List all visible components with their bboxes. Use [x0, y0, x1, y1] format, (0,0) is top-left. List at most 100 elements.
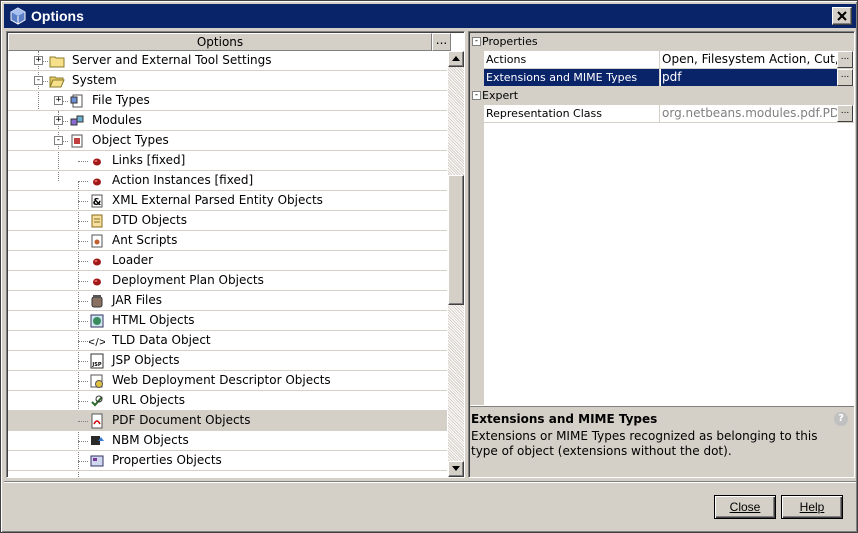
jar-icon	[89, 293, 105, 309]
tree-connector-line	[78, 341, 88, 342]
property-value[interactable]: Open, Filesystem Action, Cut, Co	[661, 51, 837, 68]
description-panel: Extensions and MIME Types Extensions or …	[470, 406, 854, 477]
tree-node-label: HTML Objects	[112, 313, 195, 327]
tree-node[interactable]: Ant Scripts	[8, 231, 447, 251]
category-expert[interactable]: - Expert	[470, 87, 854, 105]
property-row-extensions-mime[interactable]: Extensions and MIME Types pdf ...	[484, 69, 854, 87]
tree-node[interactable]: NBM Objects	[8, 431, 447, 451]
property-editor-button[interactable]: ...	[837, 105, 853, 122]
help-icon[interactable]: ?	[834, 412, 848, 426]
arrow-up-icon	[452, 56, 460, 61]
tree-node-label: NBM Objects	[112, 433, 189, 447]
tree-node-label: Server and External Tool Settings	[72, 53, 272, 67]
tld-icon: </>	[87, 333, 107, 349]
tree-node[interactable]: + File Types	[8, 91, 447, 111]
bean-icon	[89, 253, 105, 269]
category-collapse-toggle[interactable]: -	[472, 37, 481, 46]
title-bar[interactable]: Options	[4, 4, 856, 28]
tree-node[interactable]: PDF Document Objects	[8, 411, 447, 431]
tree-node[interactable]: URL Objects	[8, 391, 447, 411]
tree-node[interactable]: JAR Files	[8, 291, 447, 311]
svg-text:&: &	[93, 197, 102, 208]
collapse-toggle[interactable]: -	[34, 76, 43, 85]
tree-node[interactable]: Properties Objects	[8, 451, 447, 471]
tree-node[interactable]: Loader	[8, 251, 447, 271]
category-label: Properties	[482, 35, 538, 48]
collapse-toggle[interactable]: -	[54, 136, 63, 145]
tree-node-label: XML External Parsed Entity Objects	[112, 193, 323, 207]
options-column-header[interactable]: Options	[8, 33, 432, 51]
category-collapse-toggle[interactable]: -	[472, 91, 481, 100]
expand-toggle[interactable]: +	[54, 96, 63, 105]
tree-node-label: Web Deployment Descriptor Objects	[112, 373, 331, 387]
tree-connector-line	[78, 441, 88, 442]
tree-node[interactable]: Links [fixed]	[8, 151, 447, 171]
tree-node[interactable]: + Server and External Tool Settings	[8, 51, 447, 71]
bean-icon	[89, 153, 105, 169]
tree-node-label: Deployment Plan Objects	[112, 273, 264, 287]
scroll-up-button[interactable]	[448, 51, 464, 67]
property-sheet-pane: - Properties Actions Open, Filesystem Ac…	[468, 31, 855, 478]
tree-node[interactable]: DTD Objects	[8, 211, 447, 231]
property-name: Extensions and MIME Types	[484, 69, 660, 86]
tree-node[interactable]: HTML Objects	[8, 311, 447, 331]
tree-node[interactable]: Web Deployment Descriptor Objects	[8, 371, 447, 391]
tree-vertical-scrollbar[interactable]	[448, 51, 464, 477]
svg-text:</>: </>	[89, 337, 105, 348]
url-icon	[89, 393, 105, 409]
category-properties[interactable]: - Properties	[470, 33, 854, 51]
nbm-icon	[89, 433, 105, 449]
tree-connector-line	[78, 261, 88, 262]
tree-node-label: Modules	[92, 113, 142, 127]
property-sheet-empty-area	[484, 123, 854, 405]
tree-node-label: Loader	[112, 253, 154, 267]
property-value-input[interactable]: pdf	[661, 69, 837, 86]
properties-icon	[89, 453, 105, 469]
netbeans-app-icon	[10, 7, 26, 25]
window-close-button[interactable]	[832, 7, 852, 25]
category-label: Expert	[482, 89, 519, 102]
tree-connector-line	[78, 221, 88, 222]
dtd-icon	[89, 213, 105, 229]
help-button[interactable]: Help	[781, 495, 843, 519]
property-name: Actions	[484, 51, 660, 68]
bean-icon	[89, 173, 105, 189]
tree-node-label: Action Instances [fixed]	[112, 173, 254, 187]
object-types-icon	[69, 133, 85, 149]
close-button[interactable]: Close	[714, 495, 776, 519]
tree-node[interactable]: + Modules	[8, 111, 447, 131]
property-name: Representation Class	[484, 105, 660, 122]
scroll-thumb[interactable]	[448, 175, 464, 305]
tree-node-label: JSP Objects	[112, 353, 180, 367]
tree-connector-line	[78, 321, 88, 322]
expand-toggle[interactable]: +	[34, 56, 43, 65]
tree-node-label: URL Objects	[112, 393, 185, 407]
tree-node-label: Object Types	[92, 133, 169, 147]
arrow-down-icon	[452, 466, 460, 471]
tree-node[interactable]: JSP JSP Objects	[8, 351, 447, 371]
tree-node[interactable]: Action Instances [fixed]	[8, 171, 447, 191]
tree-node-label: JAR Files	[112, 293, 163, 307]
tree-node-label: Links [fixed]	[112, 153, 186, 167]
expand-toggle[interactable]: +	[54, 116, 63, 125]
property-value[interactable]: org.netbeans.modules.pdf.PDFD	[661, 105, 837, 122]
tree-node[interactable]: & XML External Parsed Entity Objects	[8, 191, 447, 211]
tree-node[interactable]: Deployment Plan Objects	[8, 271, 447, 291]
xml-entity-icon: &	[89, 193, 105, 209]
column-chooser-button[interactable]: ...	[432, 33, 451, 51]
tree-connector-line	[78, 181, 88, 182]
scroll-down-button[interactable]	[448, 461, 464, 477]
folder-open-icon	[49, 73, 65, 89]
svg-text:JSP: JSP	[91, 362, 101, 368]
tree-node[interactable]: - Object Types	[8, 131, 447, 151]
ant-script-icon	[89, 233, 105, 249]
tree-node[interactable]: </> TLD Data Object	[8, 331, 447, 351]
tree-node[interactable]: - System	[8, 71, 447, 91]
tree-node-label: DTD Objects	[112, 213, 187, 227]
property-row-actions[interactable]: Actions Open, Filesystem Action, Cut, Co…	[484, 51, 854, 69]
property-editor-button[interactable]: ...	[837, 51, 853, 68]
property-editor-button[interactable]: ...	[837, 69, 853, 86]
property-row-representation-class[interactable]: Representation Class org.netbeans.module…	[484, 105, 854, 123]
tree-node-label: File Types	[92, 93, 150, 107]
options-tree-pane: Options ... + Server and External Tool Se…	[6, 31, 465, 478]
